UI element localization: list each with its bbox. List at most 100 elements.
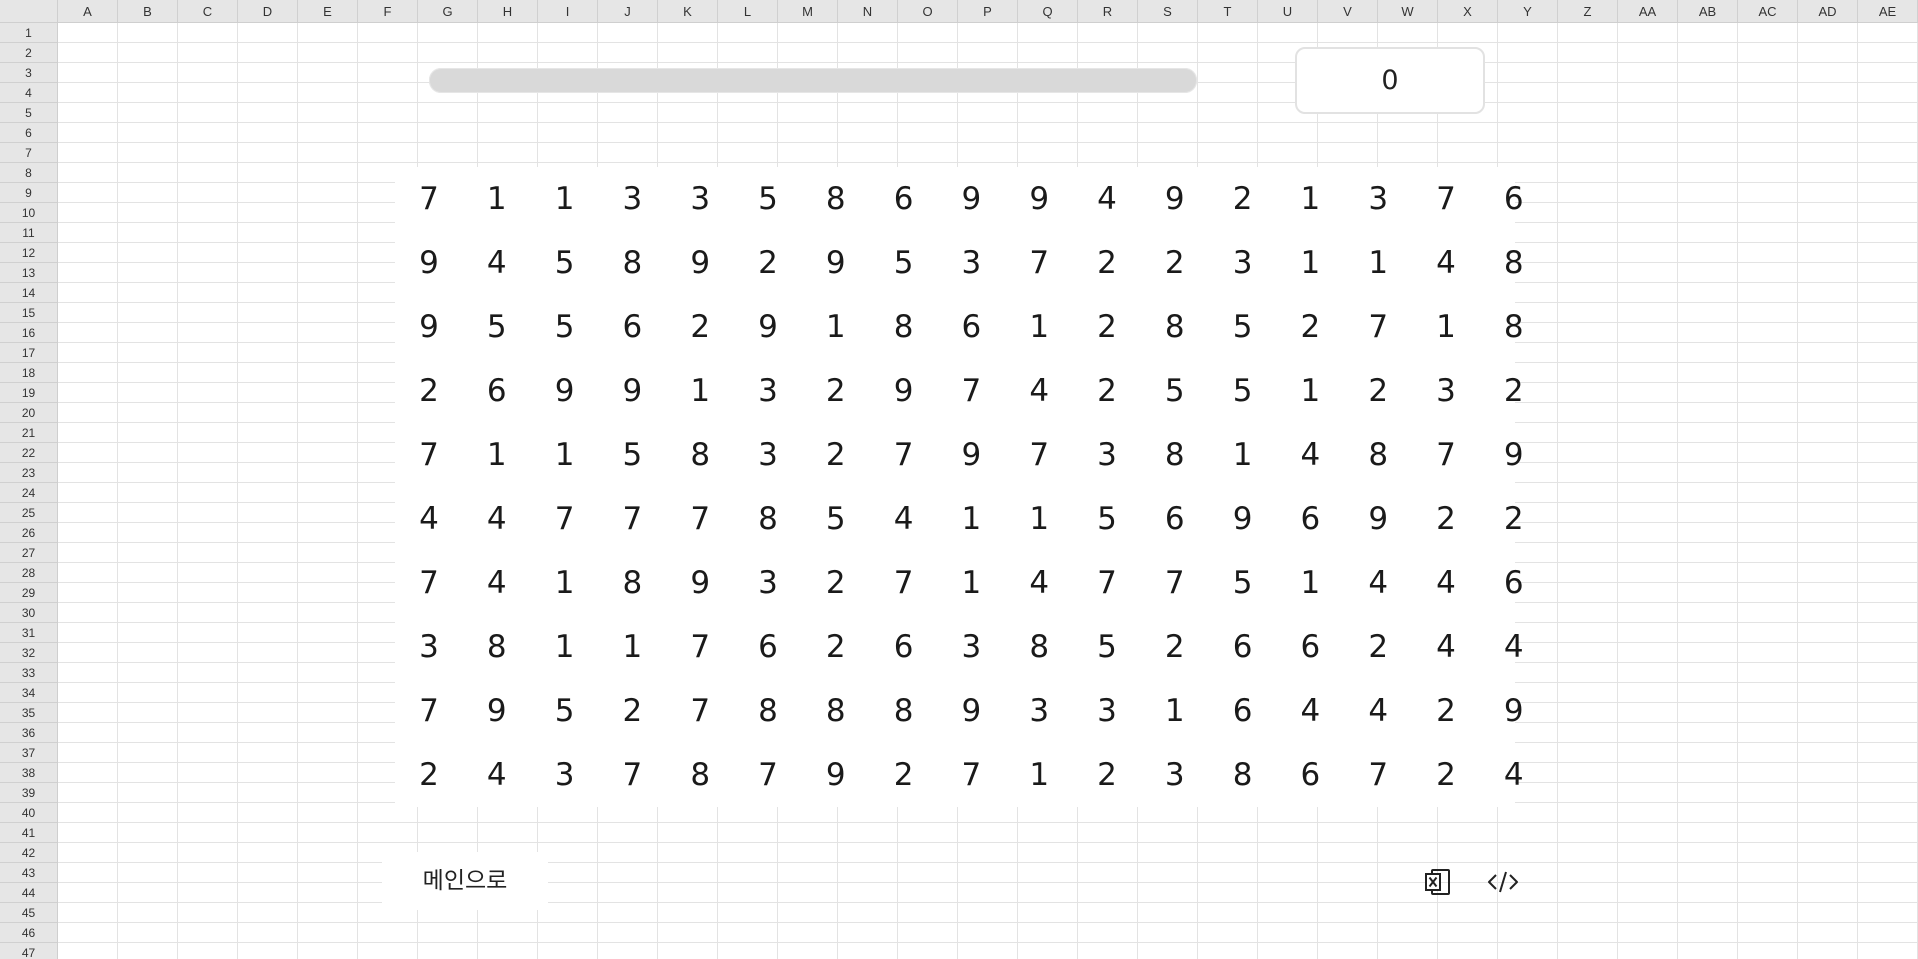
number-cell[interactable]: 9 — [395, 295, 463, 359]
number-cell[interactable]: 7 — [1005, 231, 1073, 295]
number-cell[interactable]: 9 — [937, 167, 1005, 231]
row-header[interactable]: 45 — [0, 903, 57, 923]
number-cell[interactable]: 2 — [1073, 359, 1141, 423]
column-header[interactable]: O — [898, 0, 958, 22]
number-cell[interactable]: 2 — [395, 359, 463, 423]
column-header[interactable]: K — [658, 0, 718, 22]
number-cell[interactable]: 6 — [1276, 743, 1344, 807]
column-header[interactable]: E — [298, 0, 358, 22]
number-cell[interactable]: 9 — [802, 231, 870, 295]
number-cell[interactable]: 8 — [1344, 423, 1412, 487]
number-cell[interactable]: 7 — [531, 487, 599, 551]
column-header[interactable]: L — [718, 0, 778, 22]
number-cell[interactable]: 6 — [870, 615, 938, 679]
row-header[interactable]: 43 — [0, 863, 57, 883]
number-cell[interactable]: 7 — [598, 743, 666, 807]
number-cell[interactable]: 9 — [870, 359, 938, 423]
number-cell[interactable]: 6 — [1209, 615, 1277, 679]
row-header[interactable]: 41 — [0, 823, 57, 843]
row-header[interactable]: 18 — [0, 363, 57, 383]
number-cell[interactable]: 7 — [1412, 423, 1480, 487]
row-header[interactable]: 36 — [0, 723, 57, 743]
number-cell[interactable]: 4 — [1005, 551, 1073, 615]
number-cell[interactable]: 5 — [598, 423, 666, 487]
number-cell[interactable]: 6 — [734, 615, 802, 679]
number-cell[interactable]: 9 — [937, 679, 1005, 743]
number-cell[interactable]: 1 — [1005, 487, 1073, 551]
row-header[interactable]: 28 — [0, 563, 57, 583]
number-cell[interactable]: 4 — [1412, 615, 1480, 679]
number-cell[interactable]: 1 — [666, 359, 734, 423]
column-header[interactable]: A — [58, 0, 118, 22]
number-cell[interactable]: 2 — [1412, 487, 1480, 551]
number-cell[interactable]: 9 — [531, 359, 599, 423]
code-button[interactable] — [1483, 862, 1523, 902]
number-cell[interactable]: 2 — [1480, 487, 1548, 551]
row-header[interactable]: 6 — [0, 123, 57, 143]
number-cell[interactable]: 5 — [1141, 359, 1209, 423]
select-all-corner[interactable] — [0, 0, 58, 23]
number-cell[interactable]: 6 — [1480, 167, 1548, 231]
row-header[interactable]: 46 — [0, 923, 57, 943]
number-cell[interactable]: 8 — [666, 423, 734, 487]
number-cell[interactable]: 3 — [666, 167, 734, 231]
number-cell[interactable]: 4 — [463, 551, 531, 615]
column-header[interactable]: I — [538, 0, 598, 22]
number-cell[interactable]: 9 — [395, 231, 463, 295]
row-header[interactable]: 2 — [0, 43, 57, 63]
number-cell[interactable]: 3 — [734, 359, 802, 423]
number-cell[interactable]: 1 — [463, 423, 531, 487]
number-cell[interactable]: 8 — [1480, 295, 1548, 359]
number-cell[interactable]: 5 — [1209, 551, 1277, 615]
number-cell[interactable]: 4 — [1344, 679, 1412, 743]
number-cell[interactable]: 7 — [1073, 551, 1141, 615]
column-header[interactable]: X — [1438, 0, 1498, 22]
row-header[interactable]: 35 — [0, 703, 57, 723]
number-cell[interactable]: 8 — [666, 743, 734, 807]
number-cell[interactable]: 8 — [463, 615, 531, 679]
row-header[interactable]: 5 — [0, 103, 57, 123]
number-cell[interactable]: 2 — [1209, 167, 1277, 231]
number-cell[interactable]: 3 — [1209, 231, 1277, 295]
column-header[interactable]: C — [178, 0, 238, 22]
number-cell[interactable]: 7 — [937, 359, 1005, 423]
number-cell[interactable]: 8 — [1480, 231, 1548, 295]
row-header[interactable]: 24 — [0, 483, 57, 503]
row-header[interactable]: 8 — [0, 163, 57, 183]
number-cell[interactable]: 1 — [1141, 679, 1209, 743]
row-header[interactable]: 4 — [0, 83, 57, 103]
number-cell[interactable]: 1 — [531, 551, 599, 615]
row-header[interactable]: 27 — [0, 543, 57, 563]
number-cell[interactable]: 3 — [1344, 167, 1412, 231]
number-cell[interactable]: 8 — [598, 551, 666, 615]
number-cell[interactable]: 9 — [1480, 679, 1548, 743]
column-header[interactable]: D — [238, 0, 298, 22]
number-cell[interactable]: 9 — [802, 743, 870, 807]
number-cell[interactable]: 3 — [937, 615, 1005, 679]
number-cell[interactable]: 9 — [1480, 423, 1548, 487]
row-header[interactable]: 31 — [0, 623, 57, 643]
number-cell[interactable]: 1 — [598, 615, 666, 679]
column-header[interactable]: F — [358, 0, 418, 22]
number-cell[interactable]: 9 — [666, 551, 734, 615]
row-header[interactable]: 22 — [0, 443, 57, 463]
number-cell[interactable]: 9 — [598, 359, 666, 423]
column-header[interactable]: G — [418, 0, 478, 22]
number-cell[interactable]: 5 — [463, 295, 531, 359]
number-cell[interactable]: 2 — [1073, 743, 1141, 807]
number-cell[interactable]: 3 — [734, 423, 802, 487]
number-cell[interactable]: 4 — [1480, 743, 1548, 807]
number-cell[interactable]: 8 — [870, 295, 938, 359]
number-cell[interactable]: 8 — [1209, 743, 1277, 807]
number-cell[interactable]: 2 — [395, 743, 463, 807]
number-cell[interactable]: 2 — [734, 231, 802, 295]
row-header[interactable]: 40 — [0, 803, 57, 823]
column-header[interactable]: AB — [1678, 0, 1738, 22]
number-cell[interactable]: 6 — [1276, 487, 1344, 551]
number-cell[interactable]: 2 — [1344, 615, 1412, 679]
number-cell[interactable]: 4 — [1412, 551, 1480, 615]
number-cell[interactable]: 4 — [1276, 423, 1344, 487]
row-header[interactable]: 15 — [0, 303, 57, 323]
number-cell[interactable]: 1 — [1005, 295, 1073, 359]
number-cell[interactable]: 3 — [598, 167, 666, 231]
